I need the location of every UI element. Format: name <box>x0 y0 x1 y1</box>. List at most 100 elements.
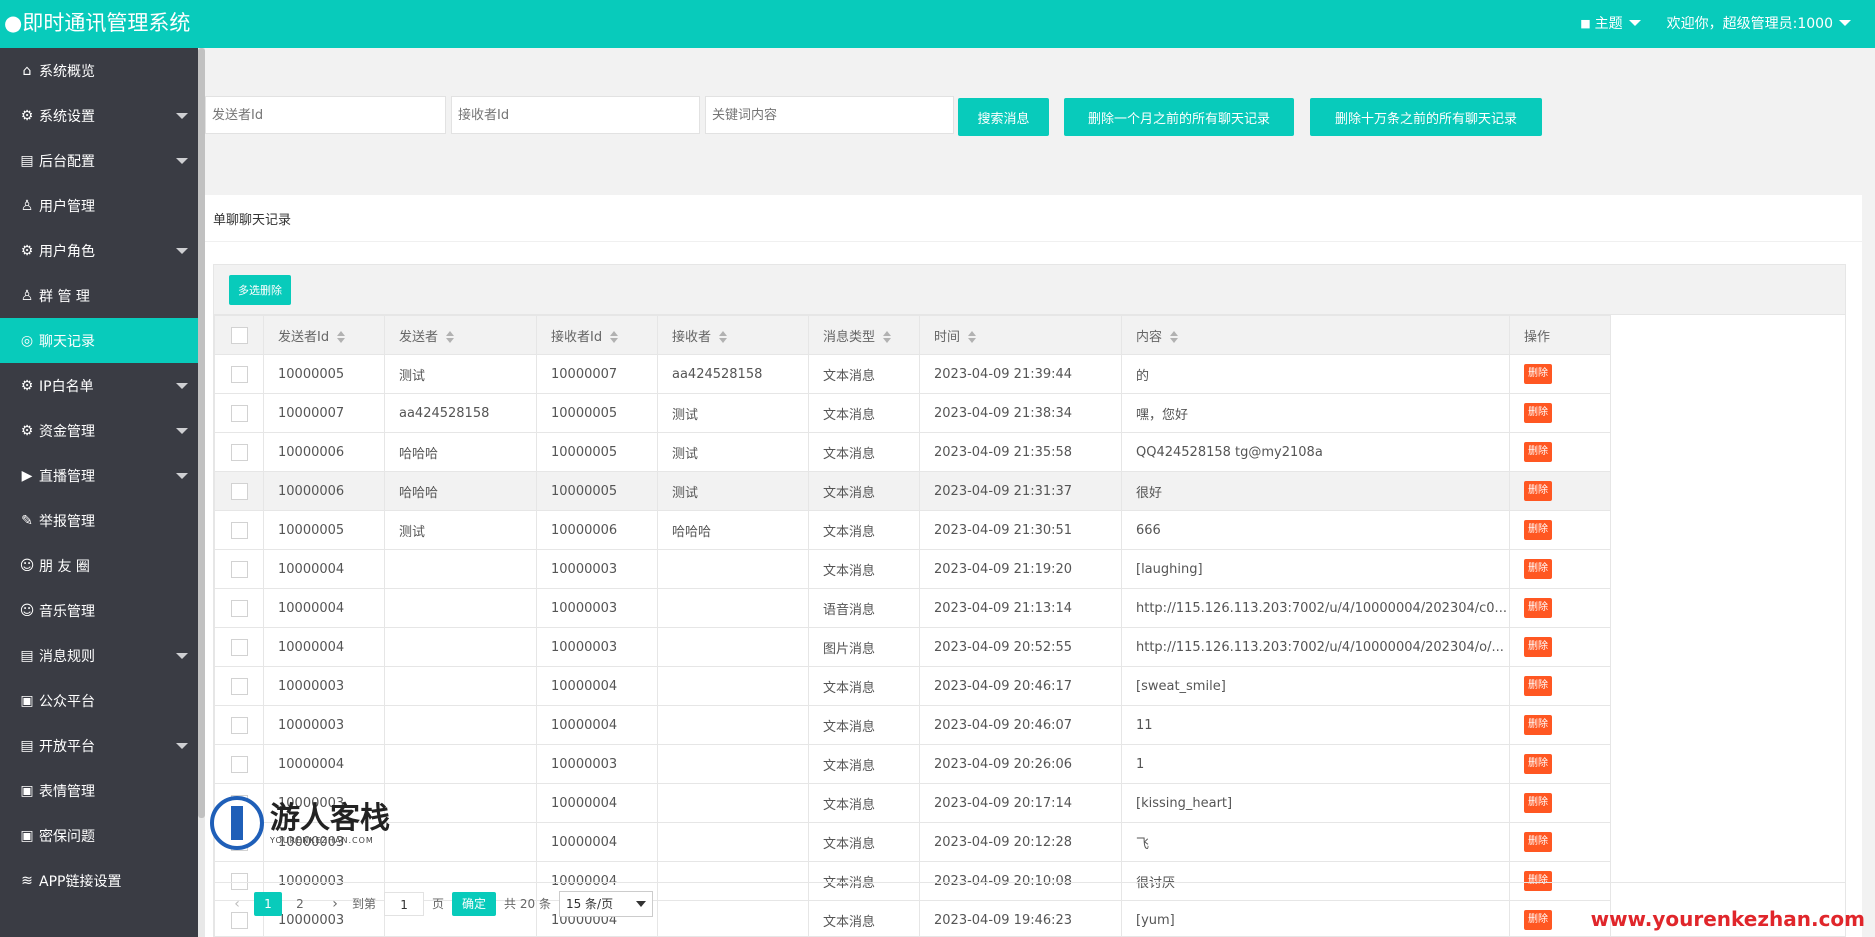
sidebar-item-9[interactable]: ▶ 直播管理 <box>0 453 198 498</box>
sidebar-item-8[interactable]: ⚙ 资金管理 <box>0 408 198 453</box>
batch-delete-button[interactable]: 多选删除 <box>229 275 291 305</box>
sort-icon[interactable] <box>968 331 977 343</box>
column-header[interactable]: 接收者Id <box>536 315 658 355</box>
search-button[interactable]: 搜索消息 <box>958 98 1049 136</box>
page-number-1[interactable]: 1 <box>254 891 282 916</box>
column-header[interactable]: 内容 <box>1121 315 1510 355</box>
cell-time: 2023-04-09 20:46:07 <box>919 705 1122 745</box>
row-checkbox-cell[interactable] <box>214 744 264 784</box>
row-checkbox-cell[interactable] <box>214 705 264 745</box>
sort-icon[interactable] <box>446 331 455 343</box>
delete-row-button[interactable]: 删除 <box>1524 520 1552 540</box>
delete-row-button[interactable]: 删除 <box>1524 637 1552 657</box>
row-checkbox[interactable] <box>230 599 248 617</box>
column-header[interactable]: 发送者Id <box>263 315 385 355</box>
sort-icon[interactable] <box>337 331 346 343</box>
receiver-id-input[interactable] <box>451 96 700 134</box>
delete-100k-button[interactable]: 删除十万条之前的所有聊天记录 <box>1310 98 1542 136</box>
sender-id-input[interactable] <box>205 96 446 134</box>
cell-receiver <box>657 588 809 628</box>
goto-page-input[interactable]: 1 <box>384 891 425 916</box>
sidebar-item-11[interactable]: ☺ 朋 友 圈 <box>0 543 198 588</box>
delete-row-button[interactable]: 删除 <box>1524 715 1552 735</box>
row-checkbox-cell[interactable] <box>214 666 264 706</box>
sort-icon[interactable] <box>1170 331 1179 343</box>
sidebar-item-17[interactable]: ▣ 密保问题 <box>0 813 198 858</box>
column-header[interactable]: 发送者 <box>384 315 537 355</box>
cell-sender-id: 10000004 <box>263 588 385 628</box>
row-checkbox-cell[interactable] <box>214 471 264 511</box>
row-checkbox-cell[interactable] <box>214 510 264 550</box>
row-checkbox[interactable] <box>230 521 248 539</box>
cell-content: 嘿，您好 <box>1121 393 1510 433</box>
sort-icon[interactable] <box>719 331 728 343</box>
delete-row-button[interactable]: 删除 <box>1524 598 1552 618</box>
delete-row-button[interactable]: 删除 <box>1524 481 1552 501</box>
row-checkbox[interactable] <box>230 482 248 500</box>
sidebar-item-14[interactable]: ▣ 公众平台 <box>0 678 198 723</box>
row-checkbox[interactable] <box>230 638 248 656</box>
page-number-2[interactable]: 2 <box>286 892 314 916</box>
row-checkbox[interactable] <box>230 404 248 422</box>
delete-row-button[interactable]: 删除 <box>1524 793 1552 813</box>
cell-sender-id: 10000006 <box>263 471 385 511</box>
sidebar-item-13[interactable]: ▤ 消息规则 <box>0 633 198 678</box>
sort-icon[interactable] <box>883 331 892 343</box>
row-checkbox[interactable] <box>230 716 248 734</box>
sidebar-item-7[interactable]: ⚙ IP白名单 <box>0 363 198 408</box>
delete-row-button[interactable]: 删除 <box>1524 832 1552 852</box>
theme-menu[interactable]: ■ 主题 <box>1580 13 1641 33</box>
cell-content: [laughing] <box>1121 549 1510 589</box>
row-checkbox-cell[interactable] <box>214 588 264 628</box>
sidebar-item-5[interactable]: ♙ 群 管 理 <box>0 273 198 318</box>
delete-row-button[interactable]: 删除 <box>1524 403 1552 423</box>
delete-row-button[interactable]: 删除 <box>1524 442 1552 462</box>
keyword-input[interactable] <box>705 96 954 134</box>
sidebar-item-0[interactable]: ⌂ 系统概览 <box>0 48 198 93</box>
select-all-checkbox-cell[interactable] <box>214 315 264 355</box>
delete-row-button[interactable]: 删除 <box>1524 559 1552 579</box>
row-checkbox-cell[interactable] <box>214 354 264 394</box>
column-header[interactable]: 消息类型 <box>808 315 920 355</box>
sidebar-item-2[interactable]: ▤ 后台配置 <box>0 138 198 183</box>
page-size-select[interactable]: 15 条/页 <box>558 890 653 917</box>
sidebar-item-15[interactable]: ▤ 开放平台 <box>0 723 198 768</box>
next-page-icon[interactable]: › <box>326 896 344 912</box>
sidebar-item-1[interactable]: ⚙ 系统设置 <box>0 93 198 138</box>
cell-type: 文本消息 <box>808 471 920 511</box>
row-checkbox-cell[interactable] <box>214 432 264 472</box>
sidebar-item-6[interactable]: ◎ 聊天记录 <box>0 318 198 363</box>
column-header[interactable]: 接收者 <box>657 315 809 355</box>
row-checkbox-cell[interactable] <box>214 627 264 667</box>
goto-confirm-button[interactable]: 确定 <box>452 891 497 916</box>
row-checkbox[interactable] <box>230 560 248 578</box>
row-checkbox[interactable] <box>230 443 248 461</box>
sidebar-item-4[interactable]: ⚙ 用户角色 <box>0 228 198 273</box>
column-header[interactable]: 时间 <box>919 315 1122 355</box>
prev-page-icon[interactable]: ‹ <box>228 896 246 912</box>
delete-row-button[interactable]: 删除 <box>1524 364 1552 384</box>
row-checkbox[interactable] <box>230 677 248 695</box>
sidebar-item-3[interactable]: ♙ 用户管理 <box>0 183 198 228</box>
delete-row-button[interactable]: 删除 <box>1524 676 1552 696</box>
delete-row-button[interactable]: 删除 <box>1524 754 1552 774</box>
cell-time: 2023-04-09 21:19:20 <box>919 549 1122 589</box>
row-checkbox-cell[interactable] <box>214 393 264 433</box>
select-all-checkbox[interactable] <box>230 326 248 344</box>
chevron-down-icon <box>1628 20 1641 26</box>
table-row: 10000004 10000003 文本消息 2023-04-09 20:26:06 1… <box>214 744 1611 784</box>
row-checkbox[interactable] <box>230 365 248 383</box>
user-menu[interactable]: 欢迎你，超级管理员:1000 <box>1667 13 1851 33</box>
sidebar-item-18[interactable]: ≋ APP链接设置 <box>0 858 198 903</box>
sidebar-item-10[interactable]: ✎ 举报管理 <box>0 498 198 543</box>
cell-time: 2023-04-09 21:39:44 <box>919 354 1122 394</box>
sidebar-item-label: 用户管理 <box>39 198 95 215</box>
sort-icon[interactable] <box>610 331 619 343</box>
sidebar-item-12[interactable]: ☺ 音乐管理 <box>0 588 198 633</box>
sidebar-item-16[interactable]: ▣ 表情管理 <box>0 768 198 813</box>
row-checkbox[interactable] <box>230 755 248 773</box>
row-checkbox-cell[interactable] <box>214 549 264 589</box>
theme-label: 主题 <box>1594 16 1623 32</box>
scrollbar-thumb[interactable] <box>198 48 205 818</box>
delete-month-button[interactable]: 删除一个月之前的所有聊天记录 <box>1064 98 1294 136</box>
